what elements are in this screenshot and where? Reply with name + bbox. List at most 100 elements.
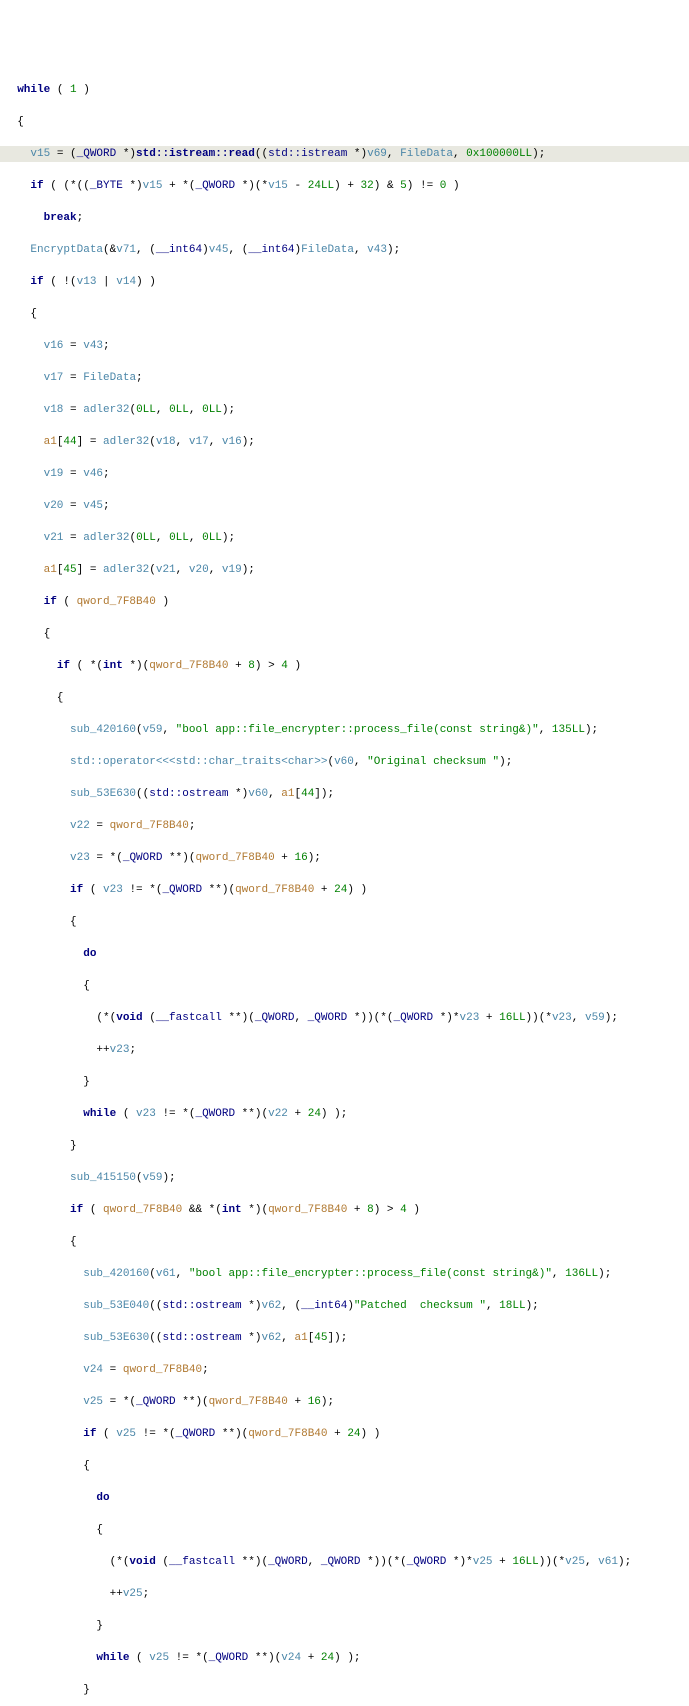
code-line: sub_53E630((std::ostream *)v60, a1[44]); bbox=[0, 786, 689, 802]
global: qword_7F8B40 bbox=[235, 884, 314, 896]
var: v62 bbox=[261, 1300, 281, 1312]
code-line: sub_53E040((std::ostream *)v62, (__int64… bbox=[0, 1298, 689, 1314]
code-line-highlighted: v15 = (_QWORD *)std::istream::read((std:… bbox=[0, 146, 689, 162]
code-line: if ( v23 != *(_QWORD **)(qword_7F8B40 + … bbox=[0, 882, 689, 898]
code-line: sub_415150(v59); bbox=[0, 1170, 689, 1186]
type: std::ostream bbox=[162, 1332, 241, 1344]
var: v45 bbox=[209, 244, 229, 256]
literal: 0LL bbox=[202, 404, 222, 416]
var: v18 bbox=[156, 436, 176, 448]
keyword-if: if bbox=[30, 180, 43, 192]
code-line: sub_420160(v59, "bool app::file_encrypte… bbox=[0, 722, 689, 738]
literal: 16 bbox=[308, 1396, 321, 1408]
code-line: (*(void (__fastcall **)(_QWORD, _QWORD *… bbox=[0, 1010, 689, 1026]
type: void bbox=[129, 1556, 155, 1568]
code-line: if ( qword_7F8B40 ) bbox=[0, 594, 689, 610]
type: _BYTE bbox=[90, 180, 123, 192]
literal: 16LL bbox=[499, 1012, 525, 1024]
var: v25 bbox=[116, 1428, 136, 1440]
type: __int64 bbox=[156, 244, 202, 256]
var: v59 bbox=[143, 724, 163, 736]
func-call: adler32 bbox=[83, 404, 129, 416]
global: qword_7F8B40 bbox=[77, 596, 156, 608]
var: a1 bbox=[281, 788, 294, 800]
type: __fastcall bbox=[156, 1012, 222, 1024]
func-call: sub_420160 bbox=[70, 724, 136, 736]
type: __int64 bbox=[248, 244, 294, 256]
code-line: { bbox=[0, 914, 689, 930]
var: v60 bbox=[334, 756, 354, 768]
func-call: sub_53E630 bbox=[83, 1332, 149, 1344]
code-line: if ( *(int *)(qword_7F8B40 + 8) > 4 ) bbox=[0, 658, 689, 674]
code-line: sub_420160(v61, "bool app::file_encrypte… bbox=[0, 1266, 689, 1282]
literal: 44 bbox=[301, 788, 314, 800]
code-line: v16 = v43; bbox=[0, 338, 689, 354]
code-line: while ( v25 != *(_QWORD **)(v24 + 24) ); bbox=[0, 1650, 689, 1666]
func-call: sub_53E040 bbox=[83, 1300, 149, 1312]
code-line: do bbox=[0, 1490, 689, 1506]
code-line: { bbox=[0, 114, 689, 130]
code-line: { bbox=[0, 978, 689, 994]
literal: 5 bbox=[400, 180, 407, 192]
var: v25 bbox=[473, 1556, 493, 1568]
type: _QWORD bbox=[136, 1396, 176, 1408]
literal: 136LL bbox=[565, 1268, 598, 1280]
code-line: v24 = qword_7F8B40; bbox=[0, 1362, 689, 1378]
code-line: v20 = v45; bbox=[0, 498, 689, 514]
keyword-if: if bbox=[83, 1428, 96, 1440]
code-line: while ( v23 != *(_QWORD **)(v22 + 24) ); bbox=[0, 1106, 689, 1122]
var: v16 bbox=[44, 340, 64, 352]
var: v21 bbox=[44, 532, 64, 544]
type: _QWORD bbox=[255, 1012, 295, 1024]
literal: 24 bbox=[334, 884, 347, 896]
literal: 4 bbox=[400, 1204, 407, 1216]
keyword-if: if bbox=[70, 884, 83, 896]
keyword-while: while bbox=[17, 84, 50, 96]
code-line: { bbox=[0, 1234, 689, 1250]
arg: FileData bbox=[83, 372, 136, 384]
var: a1 bbox=[44, 564, 57, 576]
decompiler-code-view[interactable]: while ( 1 ) { v15 = (_QWORD *)std::istre… bbox=[0, 64, 689, 1706]
code-line: { bbox=[0, 1458, 689, 1474]
var: v25 bbox=[123, 1588, 143, 1600]
var: v22 bbox=[268, 1108, 288, 1120]
global: qword_7F8B40 bbox=[248, 1428, 327, 1440]
type: void bbox=[116, 1012, 142, 1024]
literal: 135LL bbox=[552, 724, 585, 736]
func-call: adler32 bbox=[103, 564, 149, 576]
var: v20 bbox=[44, 500, 64, 512]
var: v25 bbox=[83, 1396, 103, 1408]
string-lit: "Patched checksum " bbox=[354, 1300, 486, 1312]
literal: 8 bbox=[248, 660, 255, 672]
code-line: { bbox=[0, 306, 689, 322]
code-line: { bbox=[0, 626, 689, 642]
type: _QWORD bbox=[195, 1108, 235, 1120]
literal: 0LL bbox=[202, 532, 222, 544]
literal: 18LL bbox=[499, 1300, 525, 1312]
func-call: sub_420160 bbox=[83, 1268, 149, 1280]
var: v61 bbox=[598, 1556, 618, 1568]
var: v23 bbox=[460, 1012, 480, 1024]
code-line: ++v23; bbox=[0, 1042, 689, 1058]
arg: FileData bbox=[301, 244, 354, 256]
var: v23 bbox=[110, 1044, 130, 1056]
global: qword_7F8B40 bbox=[268, 1204, 347, 1216]
var: v17 bbox=[189, 436, 209, 448]
func-call: sub_53E630 bbox=[70, 788, 136, 800]
var: v14 bbox=[116, 276, 136, 288]
literal: 0LL bbox=[136, 404, 156, 416]
keyword-do: do bbox=[83, 948, 96, 960]
code-line: { bbox=[0, 690, 689, 706]
literal: 16 bbox=[295, 852, 308, 864]
code-line: a1[44] = adler32(v18, v17, v16); bbox=[0, 434, 689, 450]
keyword-break: break bbox=[44, 212, 77, 224]
var: v61 bbox=[156, 1268, 176, 1280]
literal: 45 bbox=[63, 564, 76, 576]
literal: 4 bbox=[281, 660, 288, 672]
code-line: v22 = qword_7F8B40; bbox=[0, 818, 689, 834]
code-line: std::operator<<<std::char_traits<char>>(… bbox=[0, 754, 689, 770]
type: _QWORD bbox=[77, 148, 117, 160]
literal: 24 bbox=[321, 1652, 334, 1664]
keyword-if: if bbox=[70, 1204, 83, 1216]
func-call: std::operator<<<std::char_traits<char>> bbox=[70, 756, 327, 768]
